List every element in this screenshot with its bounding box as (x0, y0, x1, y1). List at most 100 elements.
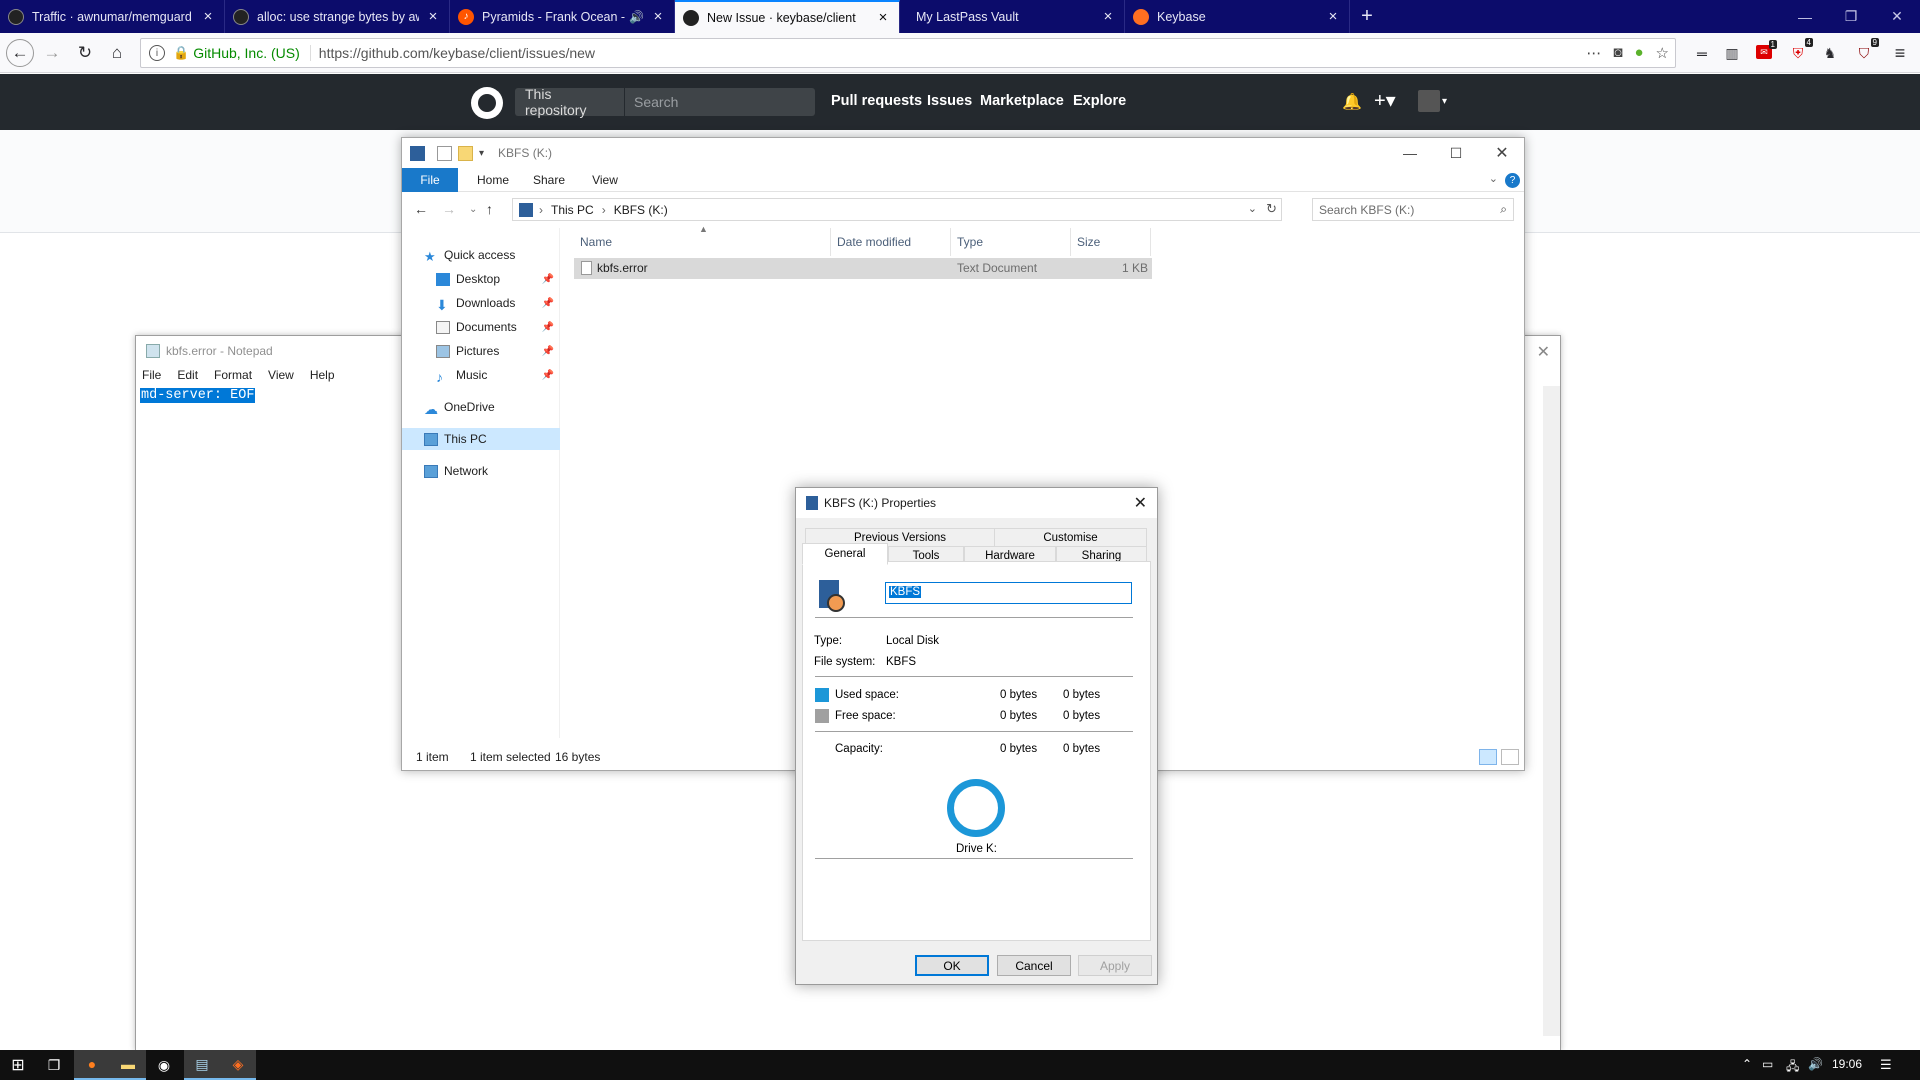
column-size[interactable]: Size (1071, 228, 1151, 256)
speaker-icon[interactable]: 🔊 (629, 10, 644, 24)
back-icon[interactable]: ← (414, 201, 428, 217)
nav-issues[interactable]: Issues (927, 93, 972, 109)
reload-icon[interactable]: ↻ (71, 39, 99, 67)
browser-tab-alloc[interactable]: alloc: use strange bytes by awn × (225, 0, 450, 33)
nav-music[interactable]: ♪ Music 📌 (402, 364, 560, 386)
expand-ribbon-icon[interactable]: ⌄ (1489, 172, 1498, 185)
menu-help[interactable]: Help (310, 368, 335, 382)
details-view-icon[interactable] (1479, 749, 1497, 765)
close-tab-icon[interactable]: × (875, 9, 891, 26)
nav-pull-requests[interactable]: Pull requests (831, 93, 922, 109)
lastpass-extension-icon[interactable]: ✉ 1 (1756, 40, 1777, 59)
explorer-search-box[interactable]: ⌕ (1312, 198, 1514, 221)
nav-downloads[interactable]: ⬇ Downloads 📌 (402, 292, 560, 314)
explorer-title-bar[interactable]: ▾ KBFS (K:) — ☐ ✕ (402, 138, 1524, 168)
chevron-up-icon[interactable]: ⌃ (1742, 1057, 1752, 1071)
sidebar-icon[interactable]: ▥ (1722, 43, 1742, 63)
explorer-search-input[interactable] (1313, 202, 1483, 217)
ublock-icon[interactable]: ⛉ 9 (1854, 38, 1879, 63)
ribbon-tab-share[interactable]: Share (524, 168, 574, 192)
url-text[interactable]: https://github.com/keybase/client/issues… (319, 45, 595, 61)
large-icons-view-icon[interactable] (1501, 749, 1519, 765)
tab-general[interactable]: General (802, 543, 888, 565)
new-folder-icon[interactable] (458, 145, 473, 161)
menu-edit[interactable]: Edit (177, 368, 198, 382)
bookmark-star-icon[interactable]: ☆ (1656, 44, 1669, 62)
nav-desktop[interactable]: Desktop 📌 (402, 268, 560, 290)
tab-customise[interactable]: Customise (994, 528, 1147, 547)
notepad-text-selection[interactable]: md-server: EOF (140, 388, 256, 403)
file-name[interactable]: kbfs.error (597, 261, 648, 275)
menu-icon[interactable]: ≡ (1890, 43, 1910, 63)
file-explorer-taskbar-icon[interactable]: ▬ (110, 1050, 146, 1080)
steam-taskbar-icon[interactable]: ◉ (146, 1050, 182, 1080)
volume-icon[interactable]: 🔊 (1808, 1057, 1823, 1071)
close-icon[interactable]: ✕ (1874, 0, 1920, 33)
pin-icon[interactable]: 📌 (542, 298, 554, 309)
ok-button[interactable]: OK (915, 955, 989, 976)
drive-name-input[interactable]: KBFS (885, 582, 1132, 604)
pin-icon[interactable]: 📌 (542, 370, 554, 381)
close-tab-icon[interactable]: × (1100, 8, 1116, 25)
grammarly-icon[interactable]: ● (1634, 44, 1643, 62)
library-icon[interactable]: 𝍡 (1692, 43, 1712, 63)
nav-this-pc[interactable]: This PC (402, 428, 560, 450)
nav-documents[interactable]: Documents 📌 (402, 316, 560, 338)
windows-start-icon[interactable]: ⊞ (0, 1050, 36, 1080)
breadcrumb-kbfs[interactable]: KBFS (K:) (614, 203, 668, 217)
menu-format[interactable]: Format (214, 368, 252, 382)
ribbon-tab-file[interactable]: File (402, 168, 458, 192)
back-icon[interactable]: ← (6, 39, 34, 67)
close-tab-icon[interactable]: × (650, 8, 666, 25)
nav-onedrive[interactable]: ☁ OneDrive (402, 396, 560, 418)
forward-icon[interactable]: → (38, 39, 66, 67)
browser-tab-traffic[interactable]: Traffic · awnumar/memguard × (0, 0, 225, 33)
firefox-taskbar-icon[interactable]: ● (74, 1050, 110, 1080)
menu-file[interactable]: File (142, 368, 161, 382)
properties-title-bar[interactable]: KBFS (K:) Properties ✕ (796, 488, 1157, 518)
github-logo-icon[interactable] (471, 87, 503, 119)
browser-tab-lastpass[interactable]: My LastPass Vault × (900, 0, 1125, 33)
nav-explore[interactable]: Explore (1073, 93, 1126, 109)
column-type[interactable]: Type (951, 228, 1071, 256)
maximize-icon[interactable]: ☐ (1433, 138, 1479, 168)
identity-org[interactable]: GitHub, Inc. (US) (193, 45, 311, 61)
battery-icon[interactable]: ▭ (1762, 1057, 1773, 1071)
pin-icon[interactable]: 📌 (542, 346, 554, 357)
vertical-scrollbar[interactable] (1543, 386, 1560, 1036)
pocket-icon[interactable]: ◙ (1613, 44, 1622, 62)
close-tab-icon[interactable]: × (425, 8, 441, 25)
notifications-icon[interactable]: ☰ (1880, 1057, 1892, 1073)
close-tab-icon[interactable]: × (1325, 8, 1341, 25)
minimize-icon[interactable]: — (1387, 138, 1433, 168)
home-icon[interactable]: ⌂ (103, 39, 131, 67)
browser-tab-keybase[interactable]: Keybase × (1125, 0, 1350, 33)
close-icon[interactable]: ✕ (1479, 138, 1525, 168)
nav-quick-access[interactable]: ★ Quick access (402, 244, 560, 266)
file-row[interactable]: kbfs.error Text Document 1 KB (574, 258, 1152, 279)
column-date-modified[interactable]: Date modified (831, 228, 951, 256)
restore-icon[interactable]: ❐ (1828, 0, 1874, 33)
github-search-input[interactable] (625, 94, 815, 110)
pin-icon[interactable]: 📌 (542, 322, 554, 333)
browser-tab-new-issue[interactable]: New Issue · keybase/client × (675, 0, 900, 33)
help-icon[interactable]: ? (1505, 173, 1520, 188)
apply-button[interactable]: Apply (1078, 955, 1152, 976)
task-view-icon[interactable]: ❐ (36, 1050, 72, 1080)
network-icon[interactable]: 🖧 (1786, 1057, 1799, 1078)
ghostery-icon[interactable]: ♞ (1820, 43, 1840, 63)
nav-pictures[interactable]: Pictures 📌 (402, 340, 560, 362)
chevron-down-icon[interactable]: ▾ (1442, 96, 1447, 107)
search-scope[interactable]: This repository (515, 86, 625, 118)
recent-locations-icon[interactable]: ⌄ (469, 204, 477, 215)
close-icon[interactable]: ✕ (1537, 342, 1550, 362)
avatar[interactable] (1418, 90, 1440, 112)
bell-icon[interactable]: 🔔 (1342, 92, 1362, 112)
info-icon[interactable]: i (149, 45, 165, 61)
new-tab-button[interactable]: + (1352, 0, 1382, 33)
notepad-taskbar-icon[interactable]: ▤ (184, 1050, 220, 1080)
customize-toolbar-icon[interactable]: ▾ (479, 148, 484, 159)
chevron-down-icon[interactable]: ⌄ (1248, 202, 1257, 215)
properties-icon[interactable] (437, 145, 452, 161)
url-bar[interactable]: i 🔒 GitHub, Inc. (US) https://github.com… (140, 38, 1676, 68)
